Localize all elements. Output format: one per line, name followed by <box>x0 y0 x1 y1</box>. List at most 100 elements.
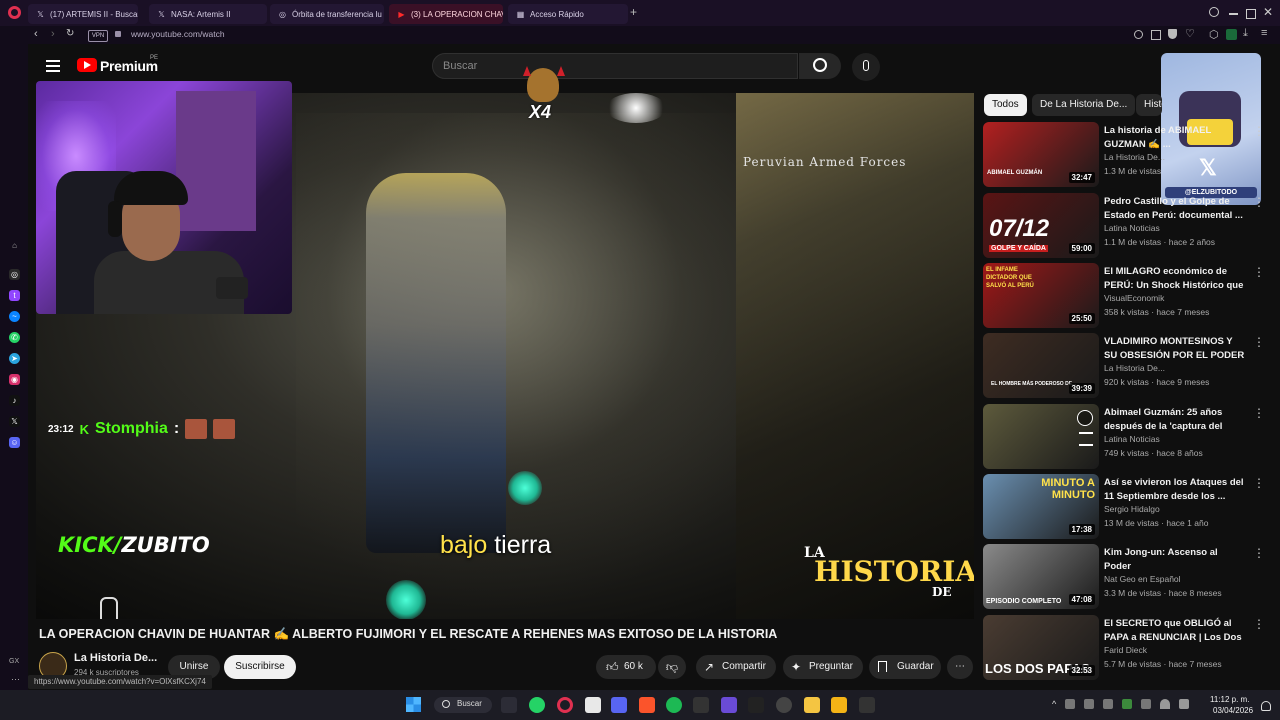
more-options-icon[interactable]: ⋮ <box>1253 265 1265 279</box>
recommendation-channel[interactable]: La Historia De... <box>1104 152 1165 162</box>
task-view-icon[interactable] <box>501 697 517 713</box>
watch-later-icon[interactable] <box>1077 410 1093 426</box>
app-icon[interactable] <box>776 697 792 713</box>
forward-icon[interactable]: › <box>51 28 55 40</box>
system-tray[interactable]: ^ <box>1052 699 1202 711</box>
recommendation-channel[interactable]: Latina Noticias <box>1104 434 1160 444</box>
file-explorer-icon[interactable] <box>804 697 820 713</box>
recommendation-title[interactable]: El MILAGRO económico de PERÚ: Un Shock H… <box>1104 265 1246 293</box>
more-options-icon[interactable]: ⋮ <box>1253 546 1265 560</box>
recommendation-channel[interactable]: La Historia De... <box>1104 363 1165 373</box>
video-thumbnail[interactable]: EL HOMBRE MÁS PODEROSO DE... 39:39 <box>983 333 1099 398</box>
channel-name[interactable]: La Historia De... <box>74 652 157 664</box>
tab-orbita[interactable]: ◎ Órbita de transferencia lu <box>270 4 384 24</box>
recommendation-title[interactable]: VLADIMIRO MONTESINOS Y SU OBSESIÓN POR E… <box>1104 335 1246 363</box>
twitch-icon[interactable]: t <box>9 290 20 301</box>
x-icon[interactable]: 𝕏 <box>9 416 20 427</box>
search-input[interactable]: Buscar <box>432 53 798 79</box>
recommendation-title[interactable]: El SECRETO que OBLIGÓ al PAPA a RENUNCIA… <box>1104 617 1246 645</box>
windows-start-icon[interactable] <box>406 697 421 712</box>
workspaces-icon[interactable]: ⌂ <box>9 240 20 251</box>
ask-button[interactable]: ✦ Preguntar <box>783 655 863 679</box>
new-tab-icon[interactable]: + <box>630 6 637 18</box>
app-icon[interactable] <box>585 697 601 713</box>
clock-time[interactable]: 11:12 p. m. <box>1210 695 1249 704</box>
zoom-icon[interactable] <box>1134 30 1143 39</box>
subscribe-button[interactable]: Suscribirse <box>224 655 296 679</box>
save-button[interactable]: Guardar <box>869 655 941 679</box>
snapshot-icon[interactable] <box>1151 30 1161 40</box>
tab-acceso-rapido[interactable]: ▦ Acceso Rápido <box>508 4 628 24</box>
close-icon[interactable]: ✕ <box>1263 5 1273 19</box>
more-options-icon[interactable]: ⋮ <box>1253 406 1265 420</box>
search-tabs-icon[interactable] <box>1209 7 1219 17</box>
recommendation-channel[interactable]: Farid Dieck <box>1104 645 1147 655</box>
messenger-icon[interactable]: ~ <box>9 311 20 322</box>
opera-logo-icon[interactable] <box>8 6 21 19</box>
more-options-icon[interactable]: ⋮ <box>1253 617 1265 631</box>
tab-youtube-active[interactable]: ▶ (3) LA OPERACION CHAVI <box>389 4 503 24</box>
recommendation-card[interactable]: 07/12 GOLPE Y CAÍDA 59:00 Pedro Castillo y … <box>983 193 1273 259</box>
search-button[interactable] <box>799 53 841 79</box>
more-options-icon[interactable]: ⋮ <box>1253 195 1265 209</box>
clock-date[interactable]: 03/04/2026 <box>1213 706 1253 715</box>
recommendation-channel[interactable]: VisualEconomik <box>1104 293 1164 303</box>
tab-artemis-search[interactable]: 𝕏 (17) ARTEMIS II - Buscar / <box>28 4 138 24</box>
share-button[interactable]: ↗ Compartir <box>696 655 776 679</box>
more-options-icon[interactable]: ⋮ <box>1253 476 1265 490</box>
video-thumbnail[interactable]: ABIMAEL GUZMÁN 32:47 <box>983 122 1099 187</box>
notifications-icon[interactable] <box>1261 701 1271 711</box>
chip-la-historia[interactable]: De La Historia De... <box>1032 94 1136 116</box>
recommendation-channel[interactable]: Latina Noticias <box>1104 223 1160 233</box>
telegram-icon[interactable]: ➤ <box>9 353 20 364</box>
recommendation-card[interactable]: MINUTO A MINUTO 17:38 Así se vivieron los … <box>983 474 1273 540</box>
opera-gx-icon[interactable] <box>557 697 573 713</box>
taskbar-search[interactable]: Buscar <box>434 697 492 713</box>
add-to-queue-icon[interactable] <box>1079 432 1093 446</box>
profile-icon[interactable] <box>1226 29 1237 40</box>
app-icon[interactable] <box>831 697 847 713</box>
discord-icon[interactable] <box>611 697 627 713</box>
youtube-logo-icon[interactable] <box>77 58 97 72</box>
recommendation-card[interactable]: LOS DOS PAPAS 32:53 El SECRETO que OBLIGÓ … <box>983 615 1273 681</box>
app-icon[interactable] <box>721 697 737 713</box>
recommendation-card[interactable]: ABIMAEL GUZMÁN 32:47 La historia de ABIMAE… <box>983 122 1273 188</box>
more-options-icon[interactable]: ⋮ <box>1253 335 1265 349</box>
recommendation-title[interactable]: Abimael Guzmán: 25 años después de la 'c… <box>1104 406 1246 434</box>
back-icon[interactable]: ‹ <box>34 28 38 40</box>
recommendation-title[interactable]: Así se vivieron los Ataques del 11 Septi… <box>1104 476 1246 504</box>
tiktok-icon[interactable]: ♪ <box>9 395 20 406</box>
video-thumbnail[interactable]: EL INFAME DICTADOR QUE SALVÓ AL PERÚ 25:5… <box>983 263 1099 328</box>
whatsapp-icon[interactable] <box>529 697 545 713</box>
recommendation-channel[interactable]: Sergio Hidalgo <box>1104 504 1160 514</box>
voice-search-button[interactable] <box>852 53 880 81</box>
recommendation-title[interactable]: Kim Jong-un: Ascenso al Poder <box>1104 546 1246 574</box>
app-icon[interactable] <box>748 697 764 713</box>
more-options-icon[interactable]: ⋮ <box>1253 124 1265 138</box>
brave-icon[interactable] <box>639 697 655 713</box>
like-button[interactable]: 👍︎ 60 k <box>596 655 656 679</box>
chip-todos[interactable]: Todos <box>984 94 1027 116</box>
vpn-badge[interactable]: VPN <box>88 30 108 42</box>
dislike-button[interactable]: 👎︎ <box>658 655 686 679</box>
recommendation-card[interactable]: EL INFAME DICTADOR QUE SALVÓ AL PERÚ 25:5… <box>983 263 1273 329</box>
instagram-icon[interactable]: ◉ <box>9 374 20 385</box>
discord-icon[interactable]: ☺ <box>9 437 20 448</box>
extensions-icon[interactable]: ⬡ <box>1209 28 1219 41</box>
reload-icon[interactable]: ↻ <box>66 28 74 39</box>
video-thumbnail[interactable]: LOS DOS PAPAS 32:53 <box>983 615 1099 680</box>
hamburger-menu-icon[interactable] <box>46 60 60 62</box>
heart-icon[interactable]: ♡ <box>1185 27 1195 40</box>
recommendation-channel[interactable]: Nat Geo en Español <box>1104 574 1181 584</box>
recommendation-card[interactable]: EL HOMBRE MÁS PODEROSO DE... 39:39 VLADIMI… <box>983 333 1273 399</box>
menu-icon[interactable]: ≡ <box>1261 27 1267 39</box>
video-thumbnail[interactable]: MINUTO A MINUTO 17:38 <box>983 474 1099 539</box>
app-icon[interactable] <box>693 697 709 713</box>
more-actions-button[interactable]: ⋯ <box>947 655 973 679</box>
more-icon[interactable]: ⋯ <box>11 674 20 685</box>
tab-nasa-artemis[interactable]: 𝕏 NASA: Artemis II <box>149 4 267 24</box>
shield-icon[interactable] <box>1168 29 1177 39</box>
recommendation-card[interactable]: EPISODIO COMPLETO 47:08 Kim Jong-un: Ascen… <box>983 544 1273 610</box>
video-thumbnail[interactable]: EPISODIO COMPLETO 47:08 <box>983 544 1099 609</box>
maximize-icon[interactable] <box>1246 9 1256 19</box>
